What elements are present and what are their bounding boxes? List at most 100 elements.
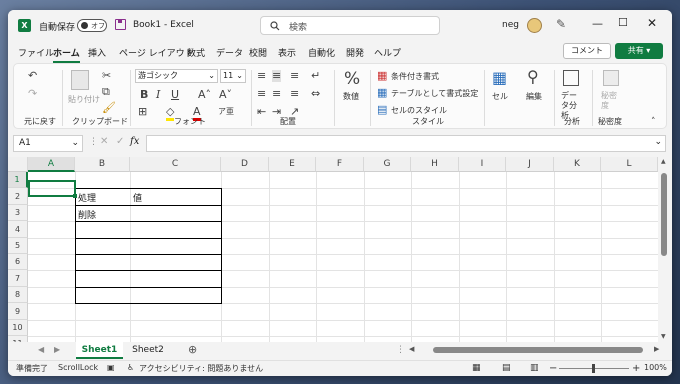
cancel-icon[interactable]: ✕ xyxy=(100,136,108,147)
zoom-in-icon[interactable]: + xyxy=(632,363,640,374)
column-header[interactable]: A xyxy=(28,157,75,172)
format-painter-icon[interactable]: 🖌 xyxy=(102,102,116,114)
table-format-icon[interactable]: ▦ xyxy=(377,87,387,99)
cells-label[interactable]: セル xyxy=(492,91,508,102)
page-break-view-icon[interactable]: ▥ xyxy=(530,363,539,373)
column-header[interactable]: B xyxy=(75,157,130,172)
collapse-ribbon-icon[interactable]: ˄ xyxy=(651,116,656,128)
sensitivity-button-label[interactable]: 秘密度 xyxy=(601,91,621,111)
edit-label[interactable]: 編集 xyxy=(526,91,542,102)
search-box[interactable]: 検索 xyxy=(260,16,440,35)
tab-view[interactable]: 表示 xyxy=(278,46,296,59)
accessibility-icon[interactable]: ♿ xyxy=(127,363,134,372)
indent-decrease-icon[interactable]: ⇤ xyxy=(257,106,266,118)
formula-input[interactable]: ⌄ xyxy=(146,135,666,152)
function-icon[interactable]: fx xyxy=(130,136,139,147)
column-header[interactable]: D xyxy=(221,157,269,172)
tab-home[interactable]: ホーム xyxy=(53,46,80,63)
font-size-select[interactable]: 11 ⌄ xyxy=(220,69,246,83)
font-name-select[interactable]: 游ゴシック ⌄ xyxy=(135,69,218,83)
align-top-icon[interactable]: ≡ xyxy=(257,70,266,82)
find-icon[interactable]: ⚲ xyxy=(527,68,539,86)
worksheet-grid[interactable]: A B C D E F G H I J K L 1 2 3 4 5 6 7 8 … xyxy=(8,157,658,342)
cells-icon[interactable]: ▦ xyxy=(492,70,507,86)
row-header[interactable]: 9 xyxy=(8,303,28,320)
wrap-text-icon[interactable]: ↵ xyxy=(311,70,320,82)
close-icon[interactable]: ✕ xyxy=(647,16,657,30)
active-cell-selection[interactable] xyxy=(28,180,77,198)
tab-help[interactable]: ヘルプ xyxy=(374,46,401,59)
cell-c2[interactable]: 値 xyxy=(133,191,142,204)
tab-formulas[interactable]: 数式 xyxy=(187,46,205,59)
bold-icon[interactable]: B xyxy=(140,89,148,101)
phonetic-icon[interactable]: ア亜 xyxy=(218,106,234,118)
scroll-up-icon[interactable]: ▲ xyxy=(661,158,666,165)
column-header[interactable]: F xyxy=(316,157,364,172)
cell-b2[interactable]: 処理 xyxy=(78,191,96,204)
zoom-out-icon[interactable]: − xyxy=(549,363,557,374)
column-header[interactable]: H xyxy=(411,157,459,172)
underline-icon[interactable]: U xyxy=(171,89,179,101)
merge-icon[interactable]: ⇔ xyxy=(311,88,320,100)
macro-record-icon[interactable]: ▣ xyxy=(107,363,115,372)
row-header[interactable]: 4 xyxy=(8,221,28,238)
font-grow-icon[interactable]: A˄ xyxy=(198,89,211,101)
maximize-icon[interactable]: ☐ xyxy=(618,16,628,29)
align-right-icon[interactable]: ≡ xyxy=(290,88,299,100)
status-accessibility[interactable]: アクセシビリティ: 問題ありません xyxy=(139,363,263,374)
align-middle-icon[interactable]: ≡ xyxy=(272,70,282,82)
tab-page-layout[interactable]: ページ レイアウト xyxy=(119,46,194,59)
avatar[interactable] xyxy=(527,18,542,33)
row-header[interactable]: 6 xyxy=(8,254,28,270)
cell-b3[interactable]: 削除 xyxy=(78,208,96,221)
redo-icon[interactable]: ↷ xyxy=(28,88,37,100)
column-header[interactable]: L xyxy=(601,157,658,172)
tab-file[interactable]: ファイル xyxy=(18,46,54,59)
vertical-scroll-thumb[interactable] xyxy=(661,173,667,256)
column-header[interactable]: I xyxy=(459,157,506,172)
tab-data[interactable]: データ xyxy=(216,46,243,59)
percent-icon[interactable]: % xyxy=(344,70,360,88)
column-header[interactable]: E xyxy=(269,157,316,172)
italic-icon[interactable]: I xyxy=(156,89,160,101)
cell-style-icon[interactable]: ▤ xyxy=(377,104,387,116)
horizontal-scroll-thumb[interactable] xyxy=(433,347,643,353)
add-sheet-icon[interactable]: ⊕ xyxy=(188,343,197,356)
minimize-icon[interactable]: — xyxy=(592,17,603,30)
table-format-label[interactable]: テーブルとして書式設定 xyxy=(391,88,478,99)
row-header[interactable]: 8 xyxy=(8,287,28,303)
normal-view-icon[interactable]: ▦ xyxy=(472,363,481,373)
pen-icon[interactable]: ✎ xyxy=(556,17,566,31)
share-button[interactable]: 共有 ▾ xyxy=(615,43,663,59)
conditional-format-icon[interactable]: ▦ xyxy=(377,70,387,82)
cut-icon[interactable]: ✂ xyxy=(102,70,111,82)
row-header[interactable]: 1 xyxy=(8,172,28,188)
row-header[interactable]: 7 xyxy=(8,270,28,287)
align-center-icon[interactable]: ≡ xyxy=(272,88,281,100)
cell-style-label[interactable]: セルのスタイル xyxy=(391,105,447,116)
prev-sheet-icon[interactable]: ◀ xyxy=(38,345,44,354)
tab-review[interactable]: 校閲 xyxy=(249,46,267,59)
select-all-corner[interactable] xyxy=(8,157,28,172)
zoom-level[interactable]: 100% xyxy=(644,363,667,372)
data-analysis-icon[interactable] xyxy=(563,70,579,86)
conditional-format-label[interactable]: 条件付き書式 xyxy=(391,71,439,82)
comment-button[interactable]: コメント xyxy=(563,43,611,59)
copy-icon[interactable]: ⧉ xyxy=(102,86,110,98)
undo-icon[interactable]: ↶ xyxy=(28,70,37,82)
font-shrink-icon[interactable]: A˅ xyxy=(219,89,232,101)
column-header[interactable]: G xyxy=(364,157,411,172)
name-box[interactable]: A1 ⌄ xyxy=(13,135,83,152)
tab-automate[interactable]: 自動化 xyxy=(308,46,335,59)
scroll-down-icon[interactable]: ▼ xyxy=(661,333,666,340)
autosave-toggle[interactable]: オフ xyxy=(77,19,107,32)
sheet-tab-sheet1[interactable]: Sheet1 xyxy=(76,342,123,359)
scroll-right-icon[interactable]: ▶ xyxy=(654,345,659,353)
column-header[interactable]: K xyxy=(554,157,601,172)
more-icon[interactable]: ⋮ xyxy=(89,137,98,147)
align-bottom-icon[interactable]: ≡ xyxy=(290,70,299,82)
row-header[interactable]: 5 xyxy=(8,238,28,254)
row-header[interactable]: 3 xyxy=(8,205,28,221)
sheet-tab-sheet2[interactable]: Sheet2 xyxy=(125,342,171,359)
save-icon[interactable] xyxy=(115,19,126,30)
